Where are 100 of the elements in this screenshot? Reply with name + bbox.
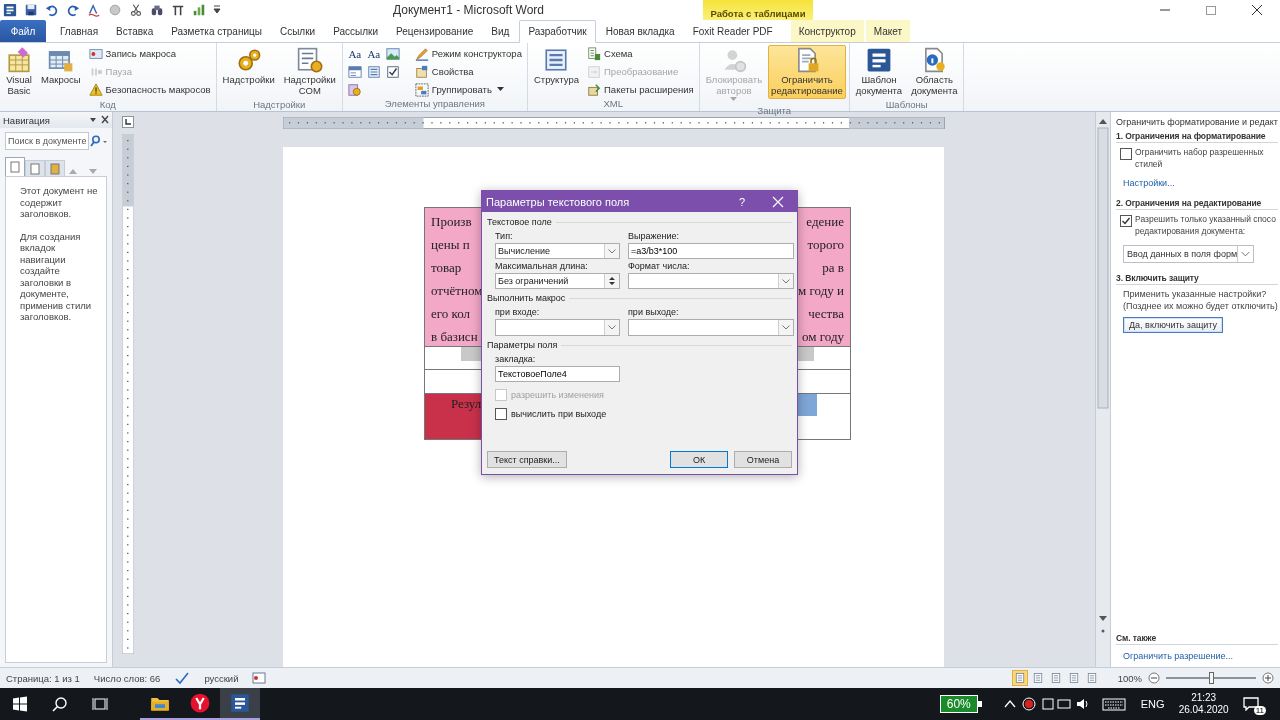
field-label: при входе:	[495, 307, 541, 317]
content-control-button[interactable]: Aa	[345, 45, 364, 62]
cell-text: м году и	[798, 282, 844, 300]
checkbox-label[interactable]: вычислить при выходе	[495, 407, 607, 420]
ribbon-tab[interactable]: Файл	[0, 20, 46, 42]
page-count[interactable]: Страница: 1 из 1	[6, 672, 80, 684]
zoom-level[interactable]: 100%	[1117, 672, 1142, 684]
start-icon[interactable]	[12, 696, 28, 712]
ribbon-button[interactable]: Группировать	[412, 81, 524, 98]
ribbon-tab[interactable]: Рассылки	[325, 20, 387, 42]
ribbon-button[interactable]: Схема	[585, 45, 696, 62]
chart-icon	[192, 3, 206, 17]
type-dropdown[interactable]: Вычисление	[495, 243, 620, 259]
window-title: Документ1 - Microsoft Word	[392, 3, 546, 17]
max-length-spinner[interactable]: Без ограничений	[495, 273, 620, 289]
ribbon-tab[interactable]: Разметка страницы	[163, 20, 270, 42]
info-text: Применить указанные настройки? (Позднее их можно будет отключить)	[1123, 289, 1278, 312]
ribbon-button[interactable]: Запись макроса	[86, 45, 213, 62]
word-document-icon	[866, 47, 892, 73]
field-shading	[798, 347, 814, 361]
word-count[interactable]: Число слов: 66	[93, 672, 161, 684]
section-heading: 3. Включить защиту	[1116, 273, 1278, 285]
battery-indicator[interactable]: 60%	[939, 695, 978, 713]
ribbon-button[interactable]: Пакеты расширения	[585, 81, 696, 98]
ribbon-button[interactable]: Надстройки	[219, 45, 278, 88]
search-icon[interactable]	[52, 696, 68, 712]
ribbon-tab[interactable]: Главная	[52, 20, 107, 42]
slider-thumb[interactable]	[1209, 672, 1214, 684]
zoom-out-icon[interactable]	[1148, 672, 1160, 684]
ribbon-button[interactable]: Безопасность макросов	[86, 81, 213, 98]
section-heading: См. также	[1116, 633, 1278, 645]
context-group-label: Работа с таблицами	[703, 0, 813, 20]
checkbox[interactable]	[1120, 215, 1132, 227]
ribbon-tab[interactable]: Foxit Reader PDF	[684, 20, 781, 42]
dialog-button[interactable]: Отмена	[734, 451, 792, 468]
expression-field[interactable]: =а3/b3*100	[628, 243, 794, 259]
settings-link[interactable]: Настройки...	[1123, 178, 1175, 188]
help-button[interactable]: ?	[738, 195, 745, 208]
tab-stop-button[interactable]	[122, 116, 134, 128]
cell-text: ом году	[802, 328, 844, 346]
search-field[interactable]: Поиск в документе	[5, 132, 89, 150]
task-view-icon[interactable]	[92, 696, 108, 712]
caret-icon	[782, 278, 790, 284]
ribbon-button[interactable]: Макросы	[38, 45, 84, 88]
scroll-bar[interactable]	[1095, 112, 1110, 667]
dialog-button[interactable]: ОК	[670, 451, 728, 468]
navigation-tab[interactable]	[45, 160, 65, 176]
field-label: Выражение:	[628, 231, 680, 241]
pane-menu-close-icon[interactable]	[89, 115, 109, 125]
cell-text: в базисн	[431, 328, 478, 346]
ribbon-tab[interactable]: Макет	[865, 20, 910, 42]
ribbon-button[interactable]: Структура	[530, 45, 582, 88]
cell-text: едение	[806, 213, 844, 231]
ribbon-tab[interactable]: Ссылки	[271, 20, 324, 42]
control-button[interactable]	[383, 45, 402, 62]
ribbon-button[interactable]: Свойства	[412, 63, 524, 80]
cell-text: чества	[808, 305, 844, 323]
ribbon-tab[interactable]: Разработчик	[519, 20, 596, 43]
close-icon[interactable]	[771, 194, 785, 209]
input-language[interactable]: ENG	[1140, 698, 1165, 710]
web-view-icon	[1049, 672, 1062, 684]
proofing-icon[interactable]	[174, 671, 191, 685]
package-icon	[587, 82, 601, 97]
clock[interactable]: 21:23 26.04.2020	[1178, 692, 1229, 716]
reading-view-icon	[1031, 672, 1044, 684]
view-button[interactable]	[1011, 670, 1028, 686]
field-label: Тип:	[495, 231, 514, 241]
navigation-tab[interactable]	[25, 160, 45, 176]
language-indicator[interactable]: русский	[204, 672, 239, 684]
start-protection-button[interactable]: Да, включить защиту	[1123, 317, 1224, 333]
caret-icon	[1237, 246, 1253, 262]
ribbon-tab[interactable]: Новая вкладка	[597, 20, 683, 42]
ribbon-button[interactable]: Шаблон документа	[852, 45, 906, 99]
dialog-button[interactable]: Текст справки...	[487, 451, 567, 468]
info-text: Этот документ не содержит заголовков.	[20, 185, 98, 220]
caret-icon	[782, 325, 790, 330]
ribbon-tab[interactable]: Конструктор	[790, 20, 864, 42]
restrict-permission-link[interactable]: Ограничить разрешение...	[1123, 651, 1278, 661]
content-control-button[interactable]: Aa	[364, 45, 383, 62]
bookmark-field[interactable]: ТекстовоеПоле4	[495, 366, 620, 382]
ribbon-tab[interactable]: Вид	[483, 20, 518, 42]
group-label: Элементы управления	[383, 98, 486, 111]
checkbox[interactable]	[1120, 148, 1132, 160]
ribbon-tab[interactable]: Вставка	[108, 20, 162, 42]
zoom-in-icon[interactable]	[1262, 672, 1274, 684]
taskbar-app[interactable]	[220, 688, 260, 720]
control-button[interactable]	[345, 63, 364, 80]
macro-record-icon[interactable]	[252, 672, 267, 684]
ribbon-button[interactable]: Надстройки COM	[280, 45, 339, 99]
checkbox[interactable]	[495, 408, 507, 420]
ribbon-button[interactable]: Ограничить редактирование	[768, 45, 846, 99]
ribbon-tab[interactable]: Рецензирование	[388, 20, 482, 42]
navigation-tab[interactable]	[5, 157, 25, 176]
browser-icon	[190, 693, 210, 713]
editing-type-dropdown[interactable]: Ввод данных в поля форм	[1123, 245, 1254, 263]
spinner-arrows-icon	[608, 275, 616, 287]
ribbon-button[interactable]: Область документа	[908, 45, 961, 99]
ribbon-button[interactable]: Режим конструктора	[412, 45, 524, 62]
group-label: Код	[98, 99, 117, 111]
ribbon-button[interactable]: Visual Basic	[3, 45, 35, 99]
